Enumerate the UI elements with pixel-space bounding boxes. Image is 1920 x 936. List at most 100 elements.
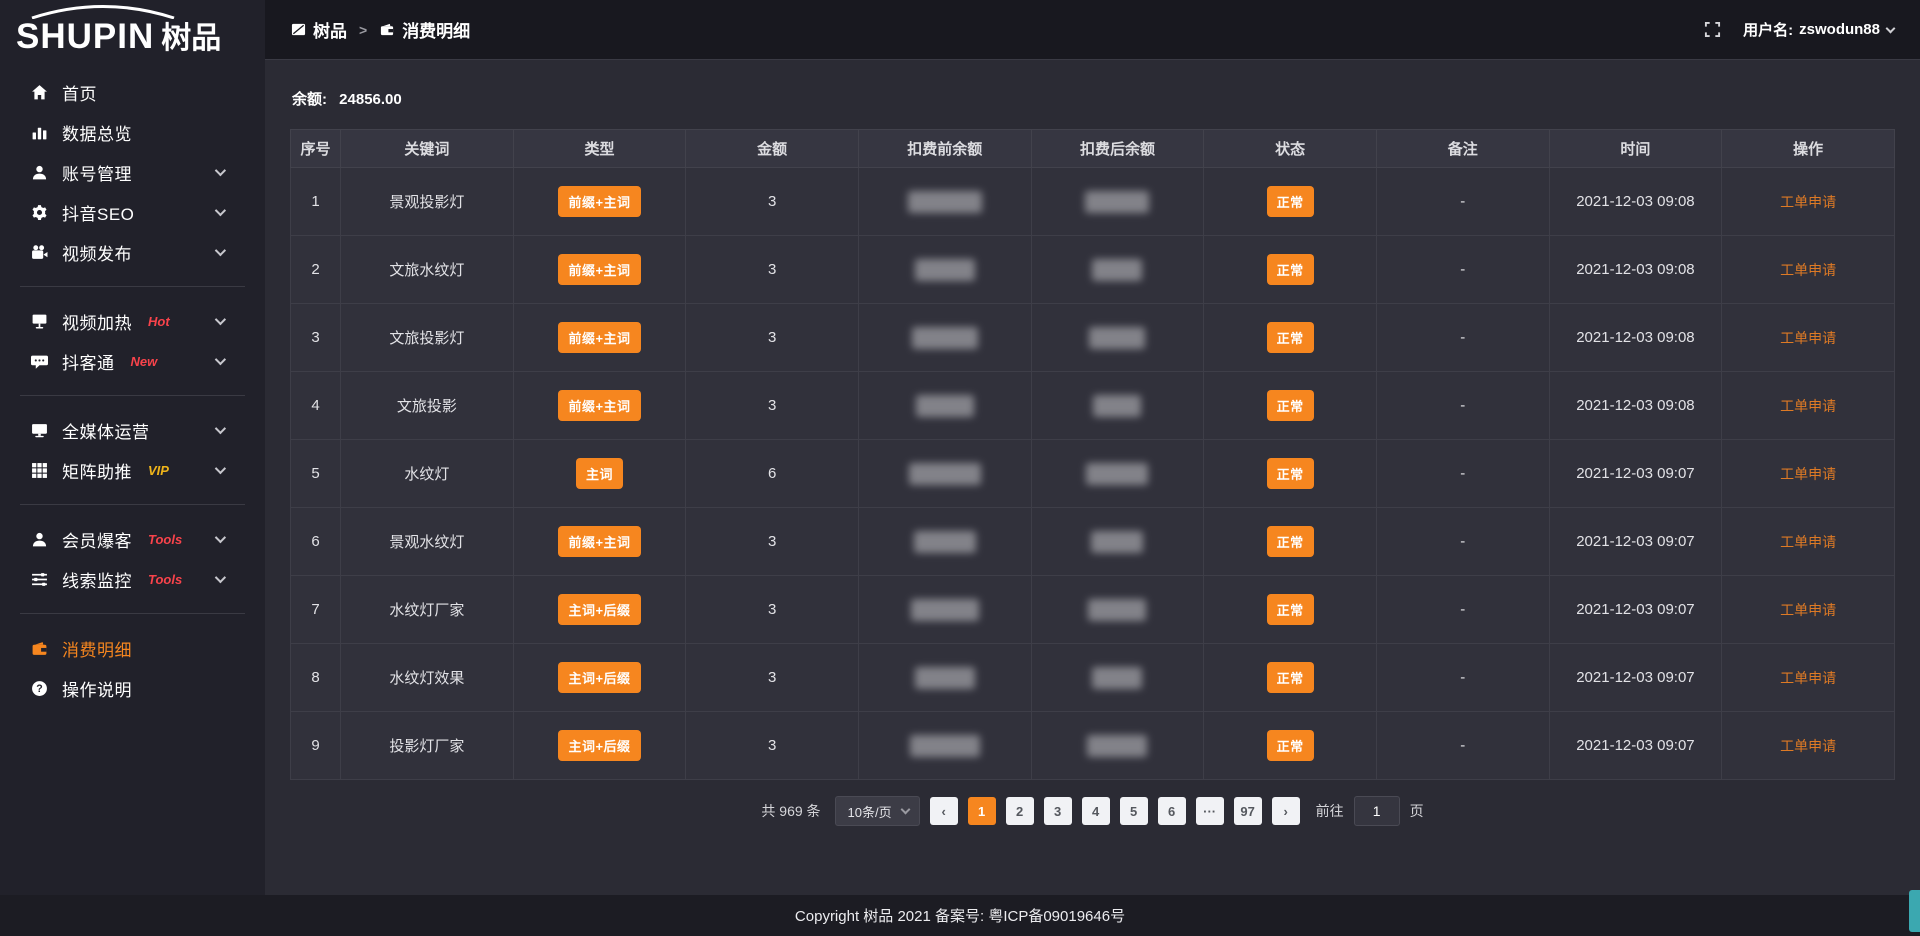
ticket-request-link[interactable]: 工单申请 (1780, 534, 1836, 550)
cell-keyword: 投影灯厂家 (341, 712, 514, 780)
cell-remark: - (1376, 304, 1549, 372)
cell-action: 工单申请 (1722, 440, 1895, 508)
ticket-request-link[interactable]: 工单申请 (1780, 330, 1836, 346)
cell-remark: - (1376, 372, 1549, 440)
sidebar-item-消费明细[interactable]: 消费明细 (0, 628, 265, 668)
table-row: 2文旅水纹灯前缀+主词3正常-2021-12-03 09:08工单申请 (291, 236, 1895, 304)
table-row: 9投影灯厂家主词+后缀3正常-2021-12-03 09:07工单申请 (291, 712, 1895, 780)
page-button-6[interactable]: 6 (1158, 797, 1186, 825)
cell-type: 主词+后缀 (513, 644, 686, 712)
page-button-4[interactable]: 4 (1082, 797, 1110, 825)
ticket-request-link[interactable]: 工单申请 (1780, 670, 1836, 686)
table-header-cell: 扣费后余额 (1031, 130, 1204, 168)
table-row: 1景观投影灯前缀+主词3正常-2021-12-03 09:08工单申请 (291, 168, 1895, 236)
type-badge: 前缀+主词 (558, 254, 640, 285)
cell-action: 工单申请 (1722, 576, 1895, 644)
cell-time: 2021-12-03 09:07 (1549, 508, 1722, 576)
type-badge: 前缀+主词 (558, 390, 640, 421)
cell-keyword: 水纹灯厂家 (341, 576, 514, 644)
cell-time: 2021-12-03 09:07 (1549, 644, 1722, 712)
sidebar-item-label: 视频发布 (62, 240, 132, 265)
username-value[interactable]: zswodun88 (1799, 21, 1880, 38)
blurred-balance-value (911, 599, 979, 621)
cell-balance-after (1031, 508, 1204, 576)
question-icon: ? (30, 679, 48, 697)
footer: Copyright 树品 2021 备案号: 粤ICP备09019646号 (0, 895, 1920, 936)
wallet-icon (30, 639, 48, 657)
table-header-cell: 序号 (291, 130, 341, 168)
status-badge: 正常 (1267, 458, 1314, 489)
blurred-balance-value (1087, 735, 1147, 757)
breadcrumb-item-current[interactable]: 消费明细 (379, 17, 470, 42)
chevron-down-icon (900, 805, 910, 815)
sidebar-item-线索监控[interactable]: 线索监控Tools (0, 559, 265, 599)
sidebar-item-会员爆客[interactable]: 会员爆客Tools (0, 519, 265, 559)
cell-remark: - (1376, 576, 1549, 644)
cell-action: 工单申请 (1722, 372, 1895, 440)
fullscreen-icon[interactable] (1704, 21, 1721, 38)
blurred-balance-value (1092, 259, 1142, 281)
cell-index: 7 (291, 576, 341, 644)
sidebar-item-抖客通[interactable]: 抖客通New (0, 341, 265, 381)
page-button-3[interactable]: 3 (1044, 797, 1072, 825)
cell-keyword: 文旅投影 (341, 372, 514, 440)
cell-type: 前缀+主词 (513, 508, 686, 576)
sidebar-item-label: 会员爆客 (62, 527, 132, 552)
table-header-cell: 备注 (1376, 130, 1549, 168)
sidebar-item-首页[interactable]: 首页 (0, 72, 265, 112)
sidebar-item-操作说明[interactable]: ?操作说明 (0, 668, 265, 708)
chevron-down-icon (215, 532, 226, 543)
grid-icon (30, 461, 48, 479)
cell-balance-after (1031, 576, 1204, 644)
cell-action: 工单申请 (1722, 236, 1895, 304)
sidebar-item-账号管理[interactable]: 账号管理 (0, 152, 265, 192)
sidebar-item-数据总览[interactable]: 数据总览 (0, 112, 265, 152)
prev-page-button[interactable]: ‹ (930, 797, 958, 825)
screen-icon (30, 312, 48, 330)
cell-balance-after (1031, 372, 1204, 440)
goto-page-input[interactable] (1354, 796, 1400, 826)
type-badge: 主词+后缀 (558, 662, 640, 693)
cell-status: 正常 (1204, 576, 1377, 644)
sidebar-item-label: 矩阵助推 (62, 458, 132, 483)
chevron-down-icon (215, 205, 226, 216)
copyright-text: Copyright 树品 2021 备案号: 粤ICP备09019646号 (795, 905, 1125, 926)
camera-icon (30, 243, 48, 261)
page-button-1[interactable]: 1 (968, 797, 996, 825)
status-badge: 正常 (1267, 322, 1314, 353)
cell-amount: 3 (686, 508, 859, 576)
sidebar-item-全媒体运营[interactable]: 全媒体运营 (0, 410, 265, 450)
sidebar-item-抖音SEO[interactable]: 抖音SEO (0, 192, 265, 232)
gear-icon (30, 203, 48, 221)
page-button-97[interactable]: 97 (1234, 797, 1262, 825)
ticket-request-link[interactable]: 工单申请 (1780, 466, 1836, 482)
ticket-request-link[interactable]: 工单申请 (1780, 398, 1836, 414)
type-badge: 前缀+主词 (558, 526, 640, 557)
side-widget-tab[interactable] (1909, 890, 1920, 932)
cell-balance-after (1031, 304, 1204, 372)
sidebar-item-视频加热[interactable]: 视频加热Hot (0, 301, 265, 341)
blurred-balance-value (916, 395, 974, 417)
sidebar-item-视频发布[interactable]: 视频发布 (0, 232, 265, 272)
chevron-down-icon[interactable] (1886, 23, 1896, 33)
ticket-request-link[interactable]: 工单申请 (1780, 602, 1836, 618)
goto-page: 前往页 (1316, 796, 1424, 826)
page-ellipsis-button[interactable]: ··· (1196, 797, 1224, 825)
goto-unit: 页 (1410, 801, 1424, 821)
ticket-request-link[interactable]: 工单申请 (1780, 738, 1836, 754)
sidebar-item-矩阵助推[interactable]: 矩阵助推VIP (0, 450, 265, 490)
breadcrumb-item-home[interactable]: 树品 (291, 17, 347, 42)
page-button-5[interactable]: 5 (1120, 797, 1148, 825)
member-icon (30, 530, 48, 548)
breadcrumb-label: 树品 (313, 17, 347, 42)
page-size-select[interactable]: 10条/页 (835, 796, 920, 826)
blurred-balance-value (914, 531, 976, 553)
ticket-request-link[interactable]: 工单申请 (1780, 262, 1836, 278)
ticket-request-link[interactable]: 工单申请 (1780, 194, 1836, 210)
brand-logo[interactable]: SHUPIN 树品 (0, 0, 265, 62)
page-button-2[interactable]: 2 (1006, 797, 1034, 825)
chat-icon (30, 352, 48, 370)
username-label: 用户名: (1743, 19, 1793, 40)
table-header-cell: 状态 (1204, 130, 1377, 168)
next-page-button[interactable]: › (1272, 797, 1300, 825)
